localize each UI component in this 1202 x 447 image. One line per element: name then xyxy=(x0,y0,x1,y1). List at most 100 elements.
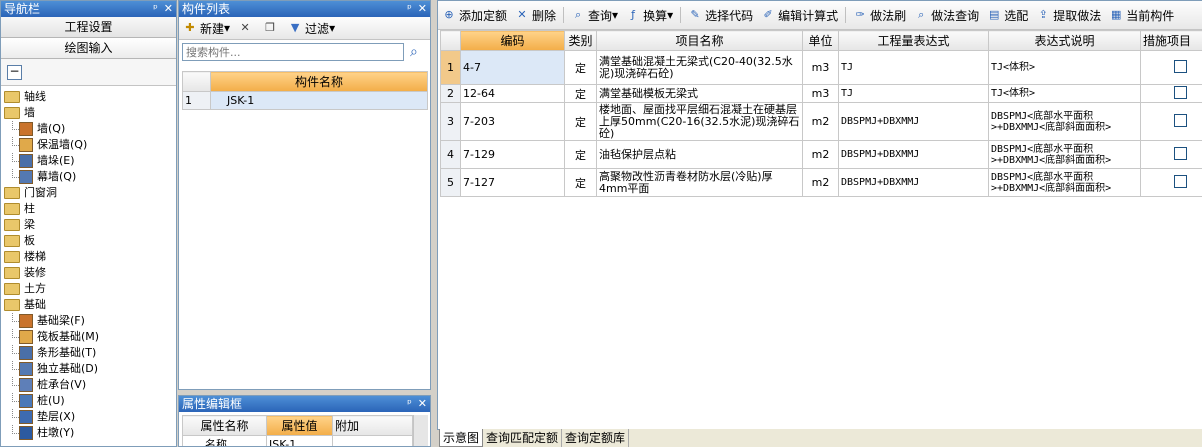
unit-cell[interactable]: m3 xyxy=(802,84,839,103)
toolbar-button[interactable]: ⌕ 查询 ▾ xyxy=(567,5,622,25)
tree-folder[interactable]: 轴线 xyxy=(1,89,176,105)
code-header[interactable]: 编码 xyxy=(460,30,565,51)
toolbar-button[interactable]: ▦ 当前构件 xyxy=(1105,5,1178,25)
unit-cell[interactable]: m3 xyxy=(802,50,839,85)
measure-item-checkbox[interactable] xyxy=(1174,174,1187,188)
code-cell[interactable]: 12-64 xyxy=(460,84,565,103)
tree-folder[interactable]: 门窗洞 xyxy=(1,185,176,201)
expression-description-cell[interactable]: DBSPMJ<底部水平面积>+DBXMMJ<底部斜面面积> xyxy=(988,140,1141,169)
tree-item[interactable]: 基础梁(F) xyxy=(1,313,176,329)
tree-folder[interactable]: 基础 xyxy=(1,297,176,313)
expression-description-cell[interactable]: TJ<体积> xyxy=(988,50,1141,85)
table-row[interactable]: 5 7-127 定高聚物改性沥青卷材防水层(冷贴)厚4mm平面 m2 DBSPMJ+DB… xyxy=(440,168,1202,197)
expression-cell[interactable]: DBSPMJ+DBXMMJ xyxy=(838,168,989,197)
measure-item-checkbox[interactable] xyxy=(1174,113,1187,127)
filter-button[interactable]: ▼ 过滤 ▾ xyxy=(284,18,339,38)
tree-folder[interactable]: 柱 xyxy=(1,201,176,217)
collapse-all-icon[interactable]: − xyxy=(7,65,22,80)
item-name-cell[interactable]: 楼地面、屋面找平层细石混凝土在硬基层上厚50mm(C20-16(32.5水泥)现… xyxy=(596,102,803,141)
close-icon[interactable]: ✕ xyxy=(164,2,173,15)
search-icon[interactable]: ⌕ xyxy=(410,44,418,60)
tab-match-quota[interactable]: 查询匹配定额 xyxy=(483,429,563,447)
project-settings-button[interactable]: 工程设置 xyxy=(1,17,176,38)
drawing-input-button[interactable]: 绘图输入 xyxy=(1,38,176,59)
component-name-cell[interactable]: JSK-1 xyxy=(210,91,428,110)
type-cell[interactable]: 定 xyxy=(564,84,597,103)
item-name-header[interactable]: 项目名称 xyxy=(596,30,803,51)
pin-icon[interactable]: ᵖ xyxy=(407,397,412,410)
expression-description-cell[interactable]: DBSPMJ<底部水平面积>+DBXMMJ<底部斜面面积> xyxy=(988,168,1141,197)
quantity-expression-header[interactable]: 工程量表达式 xyxy=(838,30,989,51)
tree-item[interactable]: 墙垛(E) xyxy=(1,153,176,169)
tab-quota-library[interactable]: 查询定额库 xyxy=(562,429,630,447)
expression-cell[interactable]: DBSPMJ+DBXMMJ xyxy=(838,140,989,169)
expression-description-header[interactable]: 表达式说明 xyxy=(988,30,1141,51)
copy-component-button[interactable]: ❐ xyxy=(259,18,284,38)
table-row[interactable]: 1 4-7 定满堂基础混凝土无梁式(C20-40(32.5水泥)现浇碎石砼) m3 TJ… xyxy=(440,50,1202,85)
tree-item[interactable]: 筏板基础(M) xyxy=(1,329,176,345)
measure-item-checkbox[interactable] xyxy=(1174,85,1187,99)
tree-item[interactable]: 条形基础(T) xyxy=(1,345,176,361)
component-search-input[interactable] xyxy=(182,43,404,61)
toolbar-button[interactable]: ✐ 编辑计算式 xyxy=(757,5,842,25)
unit-header[interactable]: 单位 xyxy=(802,30,839,51)
toolbar-button[interactable]: ⌕ 做法查询 xyxy=(910,5,983,25)
table-row[interactable]: 1 JSK-1 xyxy=(182,91,428,110)
tree-item[interactable]: 独立基础(D) xyxy=(1,361,176,377)
new-button[interactable]: ✚ 新建 ▾ xyxy=(179,18,234,38)
tree-folder[interactable]: 土方 xyxy=(1,281,176,297)
toolbar-button[interactable]: ✑ 做法刷 xyxy=(849,5,910,25)
close-icon[interactable]: ✕ xyxy=(418,397,427,410)
tree-item[interactable]: 桩(U) xyxy=(1,393,176,409)
expression-description-cell[interactable]: TJ<体积> xyxy=(988,84,1141,103)
component-name-header[interactable]: 构件名称 xyxy=(210,71,428,92)
type-cell[interactable]: 定 xyxy=(564,168,597,197)
type-cell[interactable]: 定 xyxy=(564,102,597,141)
tree-item[interactable]: 墙(Q) xyxy=(1,121,176,137)
tree-folder[interactable]: 板 xyxy=(1,233,176,249)
code-cell[interactable]: 4-7 xyxy=(460,50,565,85)
unit-cell[interactable]: m2 xyxy=(802,102,839,141)
table-row[interactable]: 3 7-203 定楼地面、屋面找平层细石混凝土在硬基层上厚50mm(C20-16(3… xyxy=(440,102,1202,141)
measure-item-checkbox[interactable] xyxy=(1174,59,1187,73)
tree-folder[interactable]: 墙 xyxy=(1,105,176,121)
tree-item[interactable]: 垫层(X) xyxy=(1,409,176,425)
tree-item[interactable]: 桩承台(V) xyxy=(1,377,176,393)
delete-component-button[interactable]: ✕ xyxy=(234,18,259,38)
toolbar-button[interactable]: ✕ 删除 xyxy=(511,5,560,25)
type-cell[interactable]: 定 xyxy=(564,140,597,169)
tab-diagram[interactable]: 示意图 xyxy=(439,429,484,447)
type-header[interactable]: 类别 xyxy=(564,30,597,51)
toolbar-button[interactable]: ƒ 换算 ▾ xyxy=(622,5,677,25)
table-row[interactable]: 名称 JSK-1 xyxy=(182,435,413,446)
property-scrollbar[interactable] xyxy=(413,415,428,446)
expression-cell[interactable]: TJ xyxy=(838,50,989,85)
unit-cell[interactable]: m2 xyxy=(802,168,839,197)
tree-item[interactable]: 保温墙(Q) xyxy=(1,137,176,153)
table-row[interactable]: 2 12-64 定满堂基础模板无梁式 m3 TJ TJ<体积> xyxy=(440,84,1202,103)
measure-item-header[interactable]: 措施项目 xyxy=(1140,30,1202,51)
unit-cell[interactable]: m2 xyxy=(802,140,839,169)
table-row[interactable]: 4 7-129 定油毡保护层点粘 m2 DBSPMJ+DBXMMJ DBSPMJ<底部水平… xyxy=(440,140,1202,169)
item-name-cell[interactable]: 满堂基础混凝土无梁式(C20-40(32.5水泥)现浇碎石砼) xyxy=(596,50,803,85)
toolbar-button[interactable]: ⇪ 提取做法 xyxy=(1032,5,1105,25)
pin-icon[interactable]: ᵖ xyxy=(153,2,158,15)
toolbar-button[interactable]: ⊕ 添加定额 xyxy=(438,5,511,25)
item-name-cell[interactable]: 高聚物改性沥青卷材防水层(冷贴)厚4mm平面 xyxy=(596,168,803,197)
property-value-cell[interactable]: JSK-1 xyxy=(266,435,333,446)
item-name-cell[interactable]: 油毡保护层点粘 xyxy=(596,140,803,169)
toolbar-button[interactable]: ✎ 选择代码 xyxy=(684,5,757,25)
tree-folder[interactable]: 梁 xyxy=(1,217,176,233)
pin-icon[interactable]: ᵖ xyxy=(407,2,412,15)
tree-item[interactable]: 柱墩(Y) xyxy=(1,425,176,441)
tree-folder[interactable]: 装修 xyxy=(1,265,176,281)
type-cell[interactable]: 定 xyxy=(564,50,597,85)
code-cell[interactable]: 7-129 xyxy=(460,140,565,169)
toolbar-button[interactable]: ▤ 选配 xyxy=(983,5,1032,25)
tree-folder[interactable]: 楼梯 xyxy=(1,249,176,265)
item-name-cell[interactable]: 满堂基础模板无梁式 xyxy=(596,84,803,103)
close-icon[interactable]: ✕ xyxy=(418,2,427,15)
code-cell[interactable]: 7-127 xyxy=(460,168,565,197)
expression-cell[interactable]: DBSPMJ+DBXMMJ xyxy=(838,102,989,141)
expression-description-cell[interactable]: DBSPMJ<底部水平面积>+DBXMMJ<底部斜面面积> xyxy=(988,102,1141,141)
